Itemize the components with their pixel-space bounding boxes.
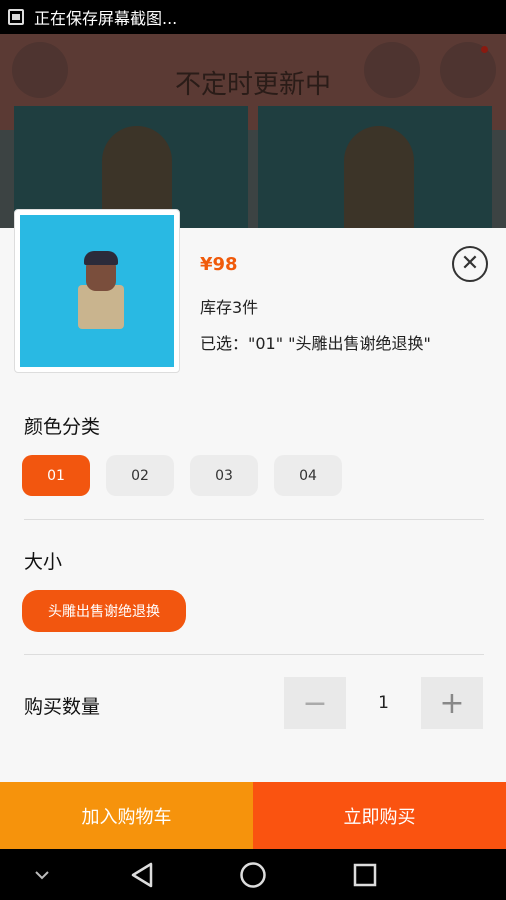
background-figure: [344, 126, 414, 228]
size-section-label: 大小: [24, 551, 63, 573]
color-option-01[interactable]: 01: [22, 455, 90, 496]
status-bar: 正在保存屏幕截图...: [0, 0, 506, 34]
nav-back-icon[interactable]: [118, 849, 166, 900]
nav-home-icon[interactable]: [229, 849, 277, 900]
color-option-04[interactable]: 04: [274, 455, 342, 496]
product-price: ¥98: [200, 254, 238, 275]
size-option[interactable]: 头雕出售谢绝退换: [22, 590, 186, 632]
nav-recents-icon[interactable]: [341, 849, 389, 900]
color-section-label: 颜色分类: [24, 416, 101, 438]
product-image: [20, 215, 174, 367]
background-app: 不定时更新中: [0, 34, 506, 228]
product-image-bandana: [84, 251, 118, 265]
divider: [24, 519, 484, 520]
product-stock: 库存3件: [200, 298, 259, 317]
close-icon[interactable]: ✕: [452, 246, 488, 282]
buy-now-button[interactable]: 立即购买: [253, 782, 506, 849]
plus-icon[interactable]: +: [421, 677, 483, 729]
color-option-02[interactable]: 02: [106, 455, 174, 496]
status-text: 正在保存屏幕截图...: [34, 9, 178, 28]
screenshot-icon: [8, 9, 24, 25]
nav-down-icon[interactable]: [22, 849, 62, 900]
product-thumbnail[interactable]: [14, 209, 180, 373]
background-title: 不定时更新中: [174, 70, 331, 100]
background-card: [258, 106, 492, 228]
quantity-label: 购买数量: [24, 696, 101, 718]
add-to-cart-button[interactable]: 加入购物车: [0, 782, 253, 849]
navigation-bar: [0, 849, 506, 900]
minus-icon[interactable]: −: [284, 677, 346, 729]
selected-summary: 已选："01" "头雕出售谢绝退换": [200, 334, 431, 353]
quantity-value[interactable]: 1: [346, 677, 421, 729]
background-notification-dot: [481, 46, 488, 53]
color-options: 01 02 03 04: [22, 455, 342, 496]
divider: [24, 654, 484, 655]
color-option-03[interactable]: 03: [190, 455, 258, 496]
product-image-box: [78, 285, 124, 329]
